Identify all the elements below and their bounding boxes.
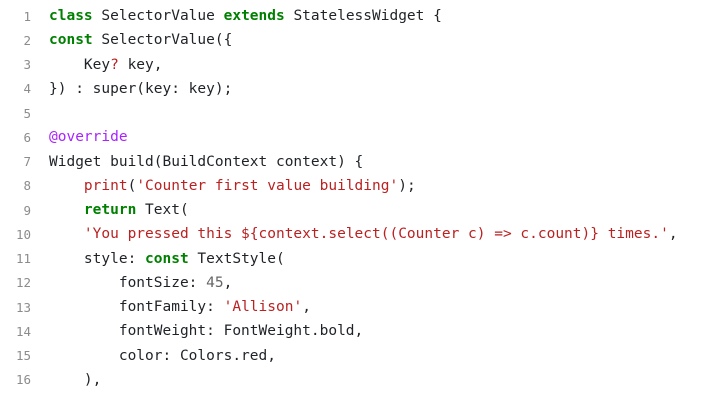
code-line: 10 'You pressed this ${context.select((C…: [0, 222, 723, 246]
code-line: 12 fontSize: 45,: [0, 271, 723, 295]
line-number: 15: [15, 348, 31, 364]
code-text: Widget build(BuildContext context) {: [31, 154, 723, 170]
code-text: 'You pressed this ${context.select((Coun…: [31, 226, 723, 242]
code-line: 3 Key? key,: [0, 53, 723, 77]
code-text: }) : super(key: key);: [31, 81, 723, 97]
code-token: 45: [206, 274, 224, 291]
code-text: fontWeight: FontWeight.bold,: [31, 323, 723, 339]
code-line: 2 const SelectorValue({: [0, 28, 723, 52]
code-token: SelectorValue({: [92, 32, 233, 49]
code-token: fontWeight: FontWeight.bold,: [49, 323, 364, 340]
code-token: Widget build(BuildContext context) {: [49, 153, 364, 170]
code-line: 9 return Text(: [0, 198, 723, 222]
code-token: @override: [49, 129, 128, 146]
code-token: }) : super(key: key);: [49, 80, 233, 97]
line-number: 2: [23, 32, 31, 48]
code-text: color: Colors.red,: [31, 348, 723, 364]
code-token: fontSize:: [49, 274, 207, 291]
code-token: style:: [49, 250, 146, 267]
code-line: 4 }) : super(key: key);: [0, 77, 723, 101]
code-token: extends: [223, 8, 285, 25]
code-token: color: Colors.red,: [49, 347, 276, 364]
code-text: print('Counter first value building');: [31, 178, 723, 194]
code-token: return: [83, 202, 137, 219]
line-number: 10: [15, 226, 31, 242]
code-token: 'Allison': [223, 299, 303, 316]
code-token: 'You pressed this ${context.select((Coun…: [83, 226, 669, 243]
code-line: 13 fontFamily: 'Allison',: [0, 295, 723, 319]
line-number: 12: [15, 275, 31, 291]
line-number: 5: [23, 105, 31, 121]
code-line: 7 Widget build(BuildContext context) {: [0, 150, 723, 174]
code-line: 11 style: const TextStyle(: [0, 247, 723, 271]
code-token: Key: [49, 56, 111, 73]
line-number: 9: [23, 202, 31, 218]
code-block: 1 class SelectorValue extends StatelessWi…: [0, 0, 723, 402]
line-number: 6: [23, 129, 31, 145]
code-line: 14 fontWeight: FontWeight.bold,: [0, 319, 723, 343]
code-text: const SelectorValue({: [31, 32, 723, 48]
code-token: ,: [668, 226, 678, 243]
code-token: ?: [110, 56, 119, 73]
code-token: ,: [302, 299, 311, 316]
line-number: 3: [23, 57, 31, 73]
code-token: key,: [118, 56, 163, 73]
line-number: 1: [23, 8, 31, 24]
code-token: const: [49, 32, 93, 49]
code-text: style: const TextStyle(: [31, 251, 723, 267]
code-token: print: [83, 177, 128, 194]
line-number: 13: [15, 299, 31, 315]
code-token: class: [49, 8, 93, 25]
line-number: 8: [23, 178, 31, 194]
code-token: SelectorValue: [92, 8, 224, 25]
code-line: 8 print('Counter first value building');: [0, 174, 723, 198]
code-text: Key? key,: [31, 57, 723, 73]
code-token: (: [127, 177, 137, 194]
code-text: return Text(: [31, 202, 723, 218]
code-token: TextStyle(: [188, 250, 285, 267]
code-text: fontFamily: 'Allison',: [31, 299, 723, 315]
code-line: 16 ),: [0, 368, 723, 392]
line-number: 11: [15, 251, 31, 267]
line-number: 7: [23, 154, 31, 170]
code-token: );: [398, 177, 416, 194]
code-line: 15 color: Colors.red,: [0, 344, 723, 368]
code-token: ),: [49, 371, 102, 388]
line-number: 14: [15, 323, 31, 339]
line-number: 16: [15, 372, 31, 388]
code-text: @override: [31, 129, 723, 145]
code-line: 5: [0, 101, 723, 125]
code-line: 1 class SelectorValue extends StatelessWi…: [0, 4, 723, 28]
code-token: fontFamily:: [49, 299, 224, 316]
code-token: 'Counter first value building': [136, 177, 399, 194]
code-token: const: [145, 250, 189, 267]
code-text: class SelectorValue extends StatelessWid…: [31, 8, 723, 24]
line-number: 4: [23, 81, 31, 97]
code-line: 6 @override: [0, 125, 723, 149]
code-token: Text(: [136, 202, 189, 219]
code-token: ,: [223, 274, 233, 291]
code-text: ),: [31, 372, 723, 388]
code-token: StatelessWidget {: [284, 8, 442, 25]
code-text: fontSize: 45,: [31, 275, 723, 291]
